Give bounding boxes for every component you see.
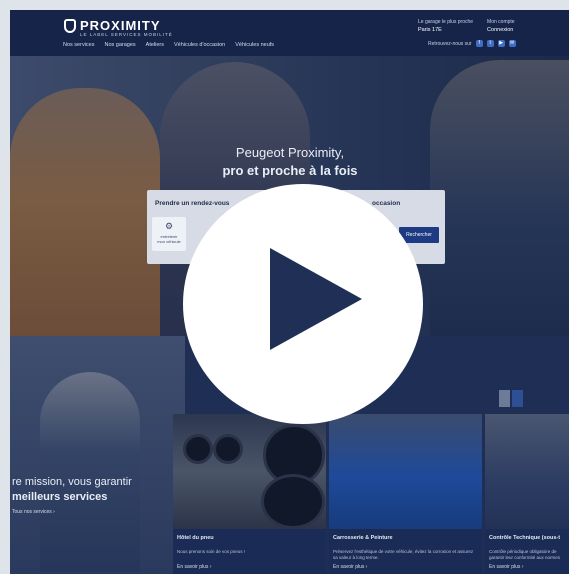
service-card-link[interactable]: En savoir plus ›: [333, 564, 367, 570]
nav-item-services[interactable]: Nos services: [63, 42, 94, 48]
social-label: Retrouvez-nous sur: [428, 40, 472, 47]
nav-item-garages[interactable]: Nos garages: [104, 42, 135, 48]
nearest-garage[interactable]: Le garage le plus proche Paris 17E: [418, 19, 473, 33]
carousel-next-button[interactable]: [512, 390, 523, 407]
brand-tagline: LE LABEL SERVICES MOBILITÉ: [80, 32, 173, 37]
bodywork-image: [329, 414, 482, 529]
account-value: Connexion: [487, 27, 514, 33]
service-card-link[interactable]: En savoir plus ›: [177, 564, 211, 570]
account-link[interactable]: Mon compte Connexion: [487, 19, 515, 33]
header-actions: Le garage le plus proche Paris 17E Mon c…: [418, 19, 515, 33]
tire-shape: [261, 474, 325, 529]
brand-logo[interactable]: PROXIMITY: [64, 18, 161, 33]
main-nav: Nos services Nos garages Ateliers Véhicu…: [63, 42, 274, 48]
nearest-garage-label: Le garage le plus proche: [418, 19, 474, 25]
service-card-title: Contrôle Technique (sous-t: [489, 535, 561, 541]
maintenance-option[interactable]: ⚙ entretenir mon véhicule: [152, 217, 186, 251]
appointment-title: Prendre un rendez-vous: [155, 200, 230, 207]
car-icon: ⚙: [164, 221, 174, 231]
carousel-pager: [499, 390, 523, 407]
nearest-garage-value: Paris 17E: [418, 27, 442, 33]
service-card-text: Préservez l'esthétique de votre véhicule…: [333, 549, 474, 560]
lion-logo-icon: [64, 18, 76, 33]
account-label: Mon compte: [487, 19, 515, 25]
tire-storage-image: [173, 414, 326, 529]
video-thumbnail[interactable]: PROXIMITY LE LABEL SERVICES MOBILITÉ Nos…: [10, 10, 569, 574]
hero-mechanic-image: [430, 60, 569, 336]
service-card[interactable]: Contrôle Technique (sous-t Contrôle péri…: [485, 414, 569, 574]
hero-headline-line1: Peugeot Proximity,: [235, 145, 345, 160]
service-card-text: Nous prenons soin de vos pneus !: [177, 549, 246, 554]
brand-name: PROXIMITY: [80, 18, 161, 33]
all-services-link[interactable]: Tous nos services ›: [12, 509, 55, 515]
facebook-icon[interactable]: f: [475, 40, 483, 47]
service-card-title: Carrosserie & Peinture: [333, 535, 393, 541]
technical-control-image: [485, 414, 569, 529]
social-links: Retrouvez-nous sur f t ▶ ✉: [428, 40, 516, 47]
mission-mechanic-image: [40, 372, 140, 572]
play-icon: [270, 248, 362, 350]
nav-item-ateliers[interactable]: Ateliers: [146, 42, 164, 48]
carousel-prev-button[interactable]: [499, 390, 510, 407]
service-card-title: Hôtel du pneu: [177, 535, 214, 541]
twitter-icon[interactable]: t: [486, 40, 494, 47]
service-card-link[interactable]: En savoir plus ›: [489, 564, 523, 570]
hero-woman-image: [10, 88, 160, 338]
nav-item-occasion[interactable]: Véhicules d'occasion: [174, 42, 225, 48]
service-card[interactable]: Carrosserie & Peinture Préservez l'esthé…: [329, 414, 482, 574]
site-header: PROXIMITY LE LABEL SERVICES MOBILITÉ Nos…: [10, 10, 569, 56]
hero-headline: Peugeot Proximity, pro et proche à la fo…: [180, 144, 400, 180]
mission-heading-line2: meilleurs services: [12, 491, 108, 503]
maintenance-option-label2: mon véhicule: [157, 239, 181, 244]
service-card-text: Contrôle périodique obligatoire de garan…: [489, 549, 561, 560]
service-card[interactable]: Hôtel du pneu Nous prenons soin de vos p…: [173, 414, 326, 574]
hero-headline-line2: pro et proche à la fois: [222, 163, 358, 178]
mail-icon[interactable]: ✉: [508, 40, 516, 47]
mission-heading-line1: re mission, vous garantir: [12, 476, 132, 488]
occasion-title: occasion: [372, 200, 401, 207]
mission-heading: re mission, vous garantir meilleurs serv…: [12, 475, 132, 505]
youtube-icon[interactable]: ▶: [497, 40, 505, 47]
tire-shape: [213, 434, 243, 464]
tire-shape: [183, 434, 213, 464]
nav-item-neufs[interactable]: Véhicules neufs: [235, 42, 274, 48]
